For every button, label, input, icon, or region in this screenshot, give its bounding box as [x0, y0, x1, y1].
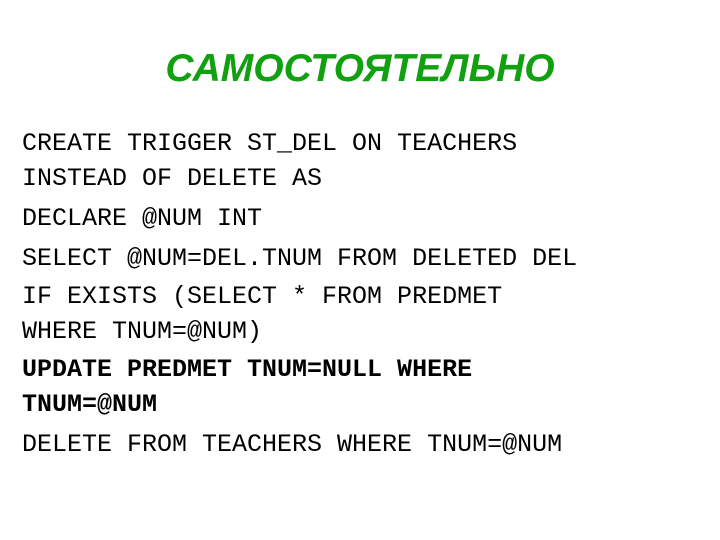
sql-code-block: CREATE TRIGGER ST_DEL ON TEACHERS INSTEA…	[22, 126, 712, 465]
code-line-if-exists: IF EXISTS (SELECT * FROM PREDMET	[22, 282, 503, 311]
code-line-update-where: TNUM=@NUM	[22, 390, 158, 419]
code-line-delete: DELETE FROM TEACHERS WHERE TNUM=@NUM	[22, 430, 563, 459]
code-line-select: SELECT @NUM=DEL.TNUM FROM DELETED DEL	[22, 244, 578, 273]
slide-title: САМОСТОЯТЕЛЬНО	[165, 47, 555, 90]
code-line-update: UPDATE PREDMET TNUM=NULL WHERE	[22, 355, 473, 384]
code-line-create-trigger: CREATE TRIGGER ST_DEL ON TEACHERS	[22, 129, 518, 158]
code-line-instead-of: INSTEAD OF DELETE AS	[22, 164, 323, 193]
code-line-declare: DECLARE @NUM INT	[22, 204, 263, 233]
code-line-where: WHERE TNUM=@NUM)	[22, 317, 263, 346]
